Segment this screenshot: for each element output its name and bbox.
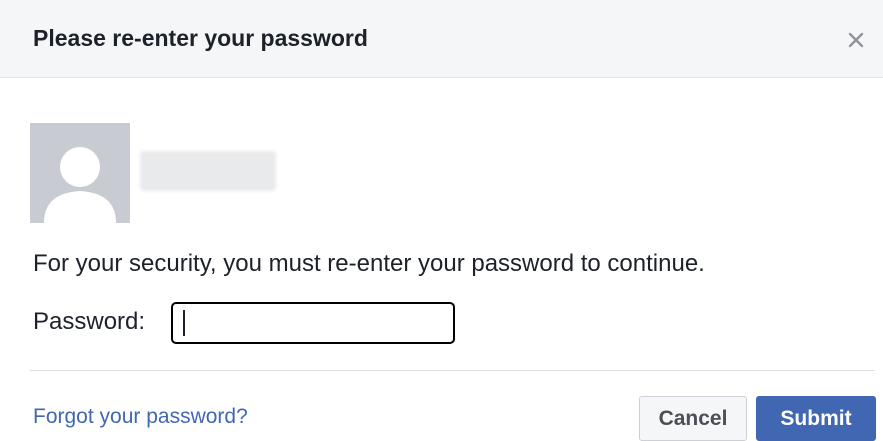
security-message: For your security, you must re-enter you… [33,250,705,277]
avatar [30,123,130,223]
close-icon [848,32,864,48]
default-avatar-icon [30,123,130,223]
password-input[interactable] [171,302,455,344]
dialog-title: Please re-enter your password [33,25,368,51]
dialog-header: Please re-enter your password [0,0,883,78]
footer-divider [30,370,875,371]
forgot-password-link[interactable]: Forgot your password? [33,405,248,429]
close-button[interactable] [838,22,874,58]
reauth-dialog: Please re-enter your password For your s… [0,0,883,441]
submit-button[interactable]: Submit [756,396,876,441]
cancel-button[interactable]: Cancel [639,396,747,441]
password-label: Password: [33,308,146,335]
user-name-redacted [140,151,276,191]
text-caret [183,310,185,336]
